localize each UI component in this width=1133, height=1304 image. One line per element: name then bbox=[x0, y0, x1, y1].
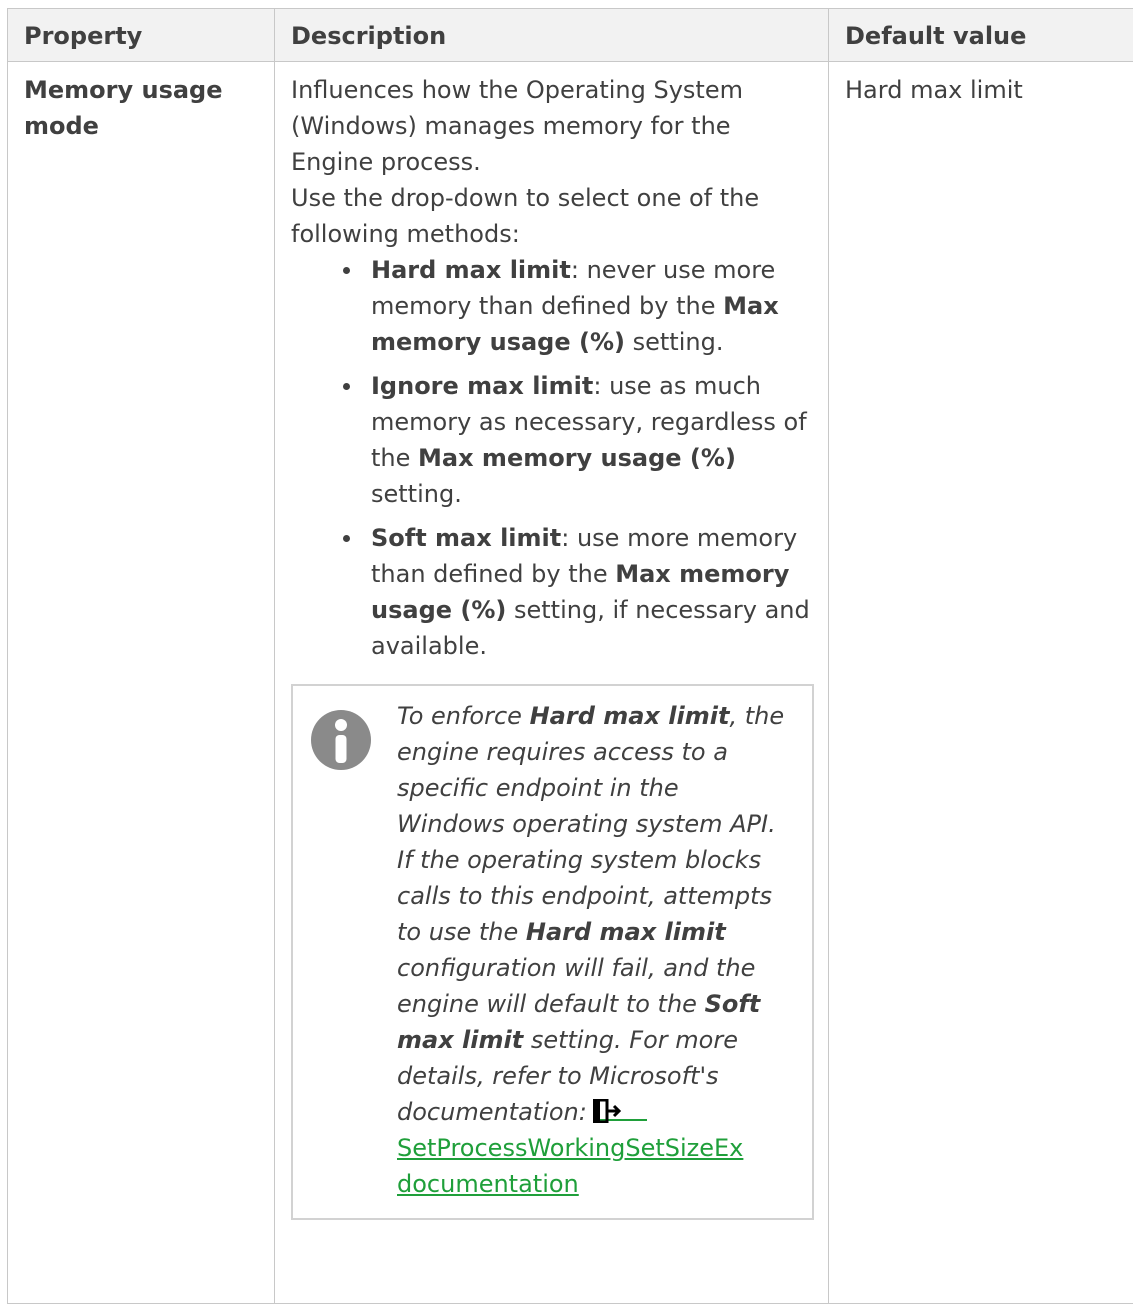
property-cell: Memory usage mode bbox=[7, 61, 275, 1304]
default-value-cell: Hard max limit bbox=[828, 61, 1133, 1304]
list-item: Hard max limit: never use more memory th… bbox=[343, 252, 812, 360]
header-property: Property bbox=[7, 8, 275, 62]
method-name: Hard max limit bbox=[371, 256, 571, 284]
table-header-row: Property Description Default value bbox=[7, 8, 1133, 62]
method-ref: Max memory usage (%) bbox=[418, 444, 736, 472]
note-emphasis: Hard max limit bbox=[525, 918, 726, 946]
list-item: Ignore max limit: use as much memory as … bbox=[343, 368, 812, 512]
methods-list: Hard max limit: never use more memory th… bbox=[291, 252, 812, 664]
header-default-value: Default value bbox=[828, 8, 1133, 62]
external-link-glyph bbox=[592, 1098, 621, 1124]
note-text: To enforce bbox=[397, 702, 530, 730]
external-link-icon[interactable] bbox=[592, 1097, 647, 1124]
documentation-link[interactable]: SetProcessWorkingSetSizeEx documentation bbox=[397, 1134, 743, 1198]
description-cell: Influences how the Operating System (Win… bbox=[274, 61, 829, 1304]
method-name: Ignore max limit bbox=[371, 372, 594, 400]
note-text: , the engine requires access to a specif… bbox=[397, 702, 785, 946]
description-select: Use the drop-down to select one of the f… bbox=[291, 184, 760, 248]
property-name: Memory usage mode bbox=[24, 76, 223, 140]
info-note: To enforce Hard max limit, the engine re… bbox=[291, 684, 814, 1220]
method-text: setting. bbox=[624, 328, 724, 356]
default-value: Hard max limit bbox=[845, 76, 1023, 104]
method-text: setting. bbox=[371, 480, 462, 508]
note-text: configuration will fail, and the engine … bbox=[397, 954, 756, 1018]
table-row: Memory usage mode Influences how the Ope… bbox=[7, 61, 1133, 1304]
note-emphasis: Hard max limit bbox=[529, 702, 730, 730]
info-icon bbox=[311, 710, 371, 770]
list-item: Soft max limit: use more memory than def… bbox=[343, 520, 812, 664]
method-name: Soft max limit bbox=[371, 524, 562, 552]
properties-table: Property Description Default value Memor… bbox=[7, 8, 1133, 1304]
description-intro: Influences how the Operating System (Win… bbox=[291, 76, 743, 176]
header-description: Description bbox=[274, 8, 829, 62]
